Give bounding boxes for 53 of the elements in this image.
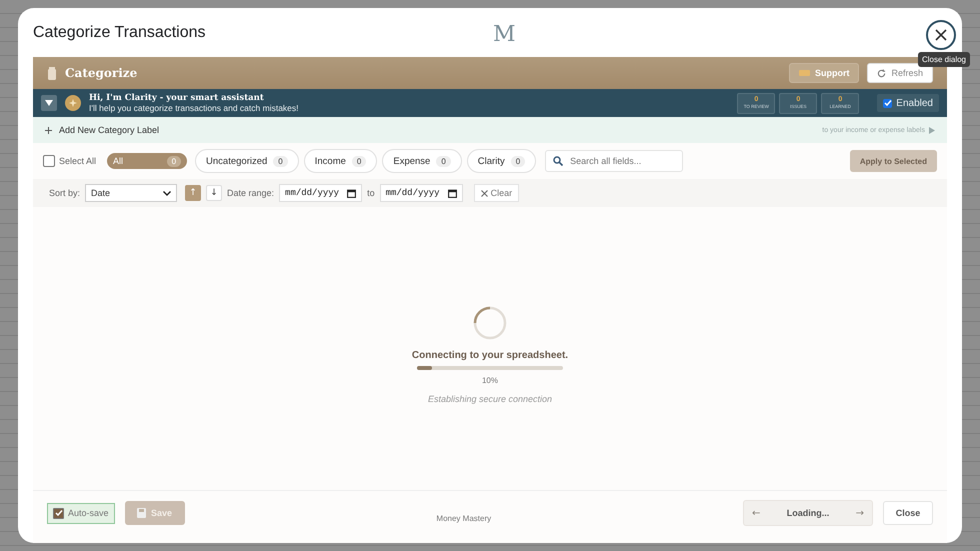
previous-button[interactable]: ← bbox=[752, 508, 760, 518]
assistant-subtitle: I'll help you categorize transactions and catch mistakes! bbox=[89, 103, 299, 113]
loading-detail: Establishing secure connection bbox=[428, 394, 552, 404]
bar-icon bbox=[798, 70, 810, 76]
sort-select[interactable]: Date bbox=[85, 184, 178, 202]
brand-text: Money Mastery bbox=[436, 514, 492, 522]
close-text-button[interactable]: Close bbox=[883, 501, 933, 525]
auto-save-checkbox[interactable]: Auto-save bbox=[47, 502, 115, 524]
check-icon bbox=[54, 509, 62, 517]
add-category-link[interactable]: Add New Category Label bbox=[45, 125, 160, 135]
header-title: Categorize bbox=[65, 66, 138, 80]
filter-chip[interactable]: Uncategorized 0 bbox=[195, 149, 299, 173]
checkbox[interactable] bbox=[883, 98, 892, 108]
expand-toggle[interactable] bbox=[41, 95, 57, 111]
sort-label: Sort by: bbox=[49, 188, 80, 198]
filter-chip[interactable]: Expense 0 bbox=[382, 149, 462, 173]
jar-icon bbox=[47, 66, 57, 80]
date-range-label: Date range: bbox=[227, 188, 274, 198]
filter-chip[interactable]: All 0 bbox=[107, 153, 188, 169]
calendar-icon bbox=[347, 188, 356, 198]
floppy-icon bbox=[137, 508, 146, 518]
to-label: to bbox=[367, 188, 375, 198]
clear-button[interactable]: Clear bbox=[474, 184, 520, 202]
date-field[interactable]: mm/dd/yyyy bbox=[279, 184, 362, 202]
chevron-icon bbox=[163, 190, 172, 196]
filter-chip[interactable]: Income 0 bbox=[304, 149, 378, 173]
triangle-icon bbox=[929, 126, 935, 134]
check-icon bbox=[884, 99, 892, 107]
sort-direction-button[interactable]: ↓ bbox=[206, 185, 222, 201]
search-field[interactable]: Search all fields... bbox=[545, 150, 684, 172]
select-all-checkbox[interactable]: Select All bbox=[43, 155, 96, 167]
close-icon bbox=[480, 190, 488, 196]
refresh-icon bbox=[877, 68, 886, 78]
calendar-icon bbox=[448, 188, 457, 198]
search-icon bbox=[553, 156, 564, 166]
assistant-greeting: Hi, I'm Clarity - your smart assistant bbox=[89, 93, 265, 103]
avatar-icon bbox=[65, 95, 81, 111]
header-button[interactable]: Refresh bbox=[867, 63, 933, 83]
caret-icon bbox=[45, 100, 53, 106]
close-button[interactable] bbox=[926, 20, 956, 50]
close-icon bbox=[934, 28, 948, 42]
next-button[interactable]: → bbox=[856, 508, 864, 518]
pager-status: Loading... bbox=[786, 508, 830, 518]
dialog-title: Categorize Transactions bbox=[33, 24, 206, 42]
logo: M bbox=[493, 22, 516, 47]
progress-percent: 10% bbox=[482, 376, 498, 384]
enabled-toggle[interactable]: Enabled bbox=[877, 94, 939, 112]
tooltip: Close dialog bbox=[918, 52, 970, 67]
plus-icon bbox=[45, 126, 52, 134]
date-field[interactable]: mm/dd/yyyy bbox=[380, 184, 463, 202]
filter-chip[interactable]: Clarity 0 bbox=[466, 149, 536, 173]
loading-message: Connecting to your spreadsheet. bbox=[412, 350, 568, 360]
spinner-icon bbox=[473, 306, 507, 340]
